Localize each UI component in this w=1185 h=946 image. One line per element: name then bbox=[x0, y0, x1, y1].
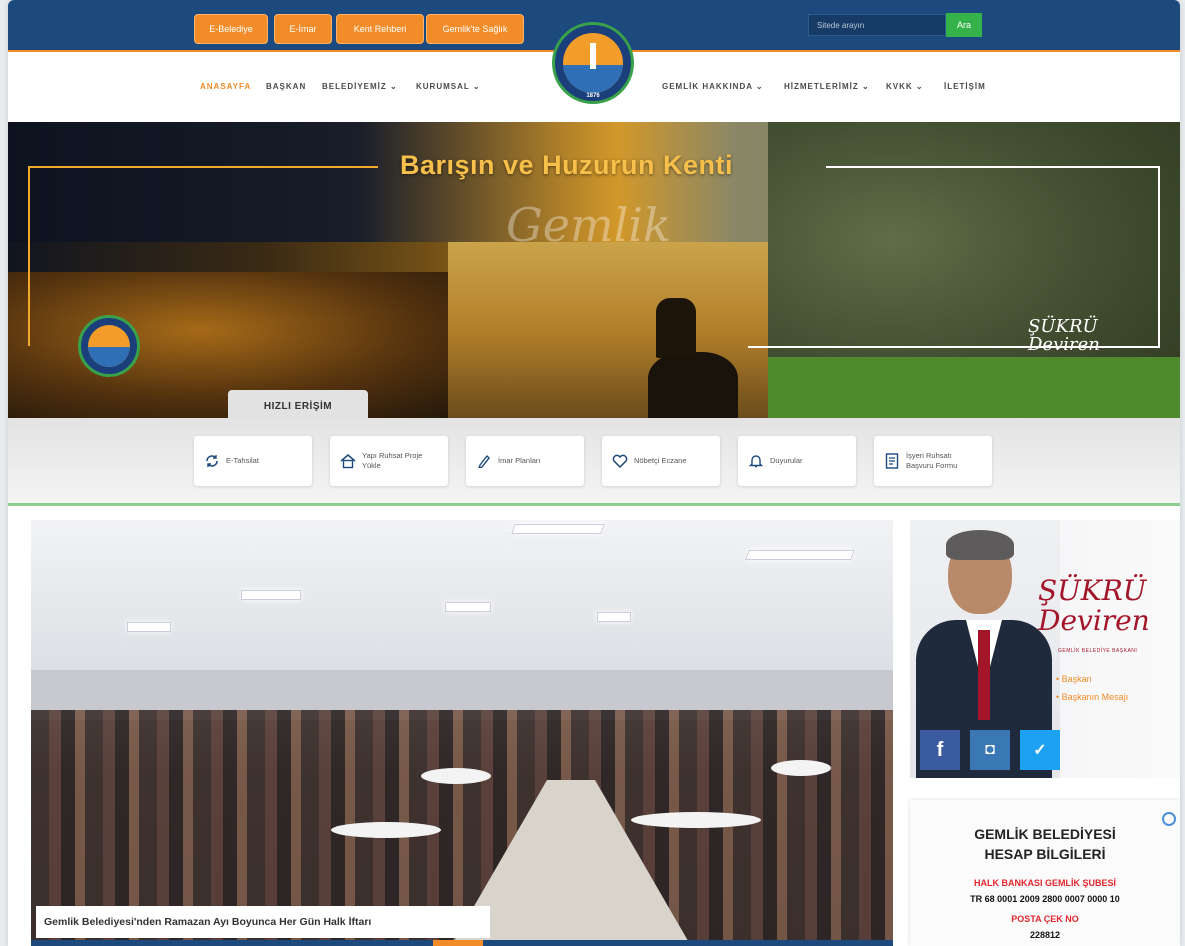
kent-rehberi-button[interactable]: Kent Rehberi bbox=[336, 14, 424, 44]
municipality-logo[interactable]: 1876 bbox=[552, 22, 634, 104]
news-slider-image[interactable] bbox=[31, 520, 893, 946]
instagram-icon[interactable]: ◘ bbox=[970, 730, 1010, 770]
e-imar-button[interactable]: E-İmar bbox=[274, 14, 332, 44]
e-belediye-button[interactable]: E-Belediye bbox=[194, 14, 268, 44]
news-caption[interactable]: Gemlik Belediyesi'nden Ramazan Ayı Boyun… bbox=[36, 906, 490, 938]
search-input[interactable] bbox=[808, 14, 946, 36]
nav-belediyemiz[interactable]: BELEDİYEMİZ ⌄ bbox=[322, 82, 398, 91]
mayor-card: ŞÜKRÜ Deviren GEMLİK BELEDİYE BAŞKANI • … bbox=[910, 520, 1180, 778]
bank-card-title: GEMLİK BELEDİYESİ HESAP BİLGİLERİ bbox=[974, 826, 1116, 862]
bank-account-card: GEMLİK BELEDİYESİ HESAP BİLGİLERİ HALK B… bbox=[910, 800, 1180, 946]
refresh-icon bbox=[204, 453, 220, 469]
twitter-icon[interactable]: ✓ bbox=[1020, 730, 1060, 770]
hero-banner: Barışın ve Huzurun Kenti Gemlik ŞÜKRÜ De… bbox=[8, 122, 1180, 418]
nav-hizmetlerimiz[interactable]: HİZMETLERİMİZ ⌄ bbox=[784, 82, 870, 91]
nav-anasayfa[interactable]: ANASAYFA bbox=[200, 82, 251, 91]
nav-kvkk[interactable]: KVKK ⌄ bbox=[886, 82, 924, 91]
postcheck-label: POSTA ÇEK NO bbox=[1011, 914, 1079, 924]
quick-access-duyurular[interactable]: Duyurular bbox=[738, 436, 856, 486]
page-frame: E-Belediye E-İmar Kent Rehberi Gemlik'te… bbox=[8, 0, 1180, 946]
heart-icon bbox=[612, 453, 628, 469]
gemlikte-saglik-button[interactable]: Gemlik'te Sağlık bbox=[426, 14, 524, 44]
nav-kurumsal[interactable]: KURUMSAL ⌄ bbox=[416, 82, 481, 91]
quick-access-nobetci-eczane[interactable]: Nöbetçi Eczane bbox=[602, 436, 720, 486]
bell-icon bbox=[748, 453, 764, 469]
postcheck-number: 228812 bbox=[1029, 930, 1061, 940]
hero-script: Gemlik bbox=[506, 198, 671, 252]
slider-progress-bar bbox=[31, 940, 893, 946]
hero-signature: ŞÜKRÜ Deviren bbox=[1028, 316, 1100, 355]
bank-iban: TR 68 0001 2009 2800 0007 0000 10 bbox=[970, 894, 1120, 904]
document-icon bbox=[884, 453, 900, 469]
house-icon bbox=[340, 453, 356, 469]
quick-access-imar-planlari[interactable]: İmar Planları bbox=[466, 436, 584, 486]
logo-year: 1876 bbox=[586, 93, 600, 99]
facebook-icon[interactable]: f bbox=[920, 730, 960, 770]
quick-access-e-tahsilat[interactable]: E-Tahsilat bbox=[194, 436, 312, 486]
search-button[interactable]: Ara bbox=[946, 13, 982, 37]
hero-logo-badge bbox=[78, 315, 140, 377]
hero-title: Barışın ve Huzurun Kenti bbox=[400, 150, 734, 180]
fisherman-silhouette bbox=[656, 298, 696, 358]
quick-access-isyeri-ruhsati[interactable]: İşyeri Ruhsatı Başvuru Formu bbox=[874, 436, 992, 486]
pencil-icon bbox=[476, 453, 492, 469]
bank-name: HALK BANKASI GEMLİK ŞUBESİ bbox=[973, 878, 1116, 888]
quick-access-yapi-ruhsat[interactable]: Yapı Ruhsat Proje Yükle bbox=[330, 436, 448, 486]
tab-hizli-erisim[interactable]: HIZLI ERİŞİM bbox=[228, 390, 368, 418]
logo-emblem-icon bbox=[563, 33, 623, 93]
nav-gemlik-hakkinda[interactable]: GEMLİK HAKKINDA ⌄ bbox=[662, 82, 764, 91]
nav-baskan[interactable]: BAŞKAN bbox=[266, 82, 306, 91]
mayor-link-baskan[interactable]: • Başkan bbox=[1056, 674, 1092, 684]
nav-iletisim[interactable]: İLETİŞİM bbox=[944, 82, 986, 91]
mayor-signature: ŞÜKRÜ Deviren GEMLİK BELEDİYE BAŞKANI bbox=[1038, 574, 1150, 655]
quick-access-bar: E-Tahsilat Yapı Ruhsat Proje Yükle İmar … bbox=[8, 418, 1180, 506]
mayor-link-mesaj[interactable]: • Başkanın Mesajı bbox=[1056, 692, 1128, 702]
